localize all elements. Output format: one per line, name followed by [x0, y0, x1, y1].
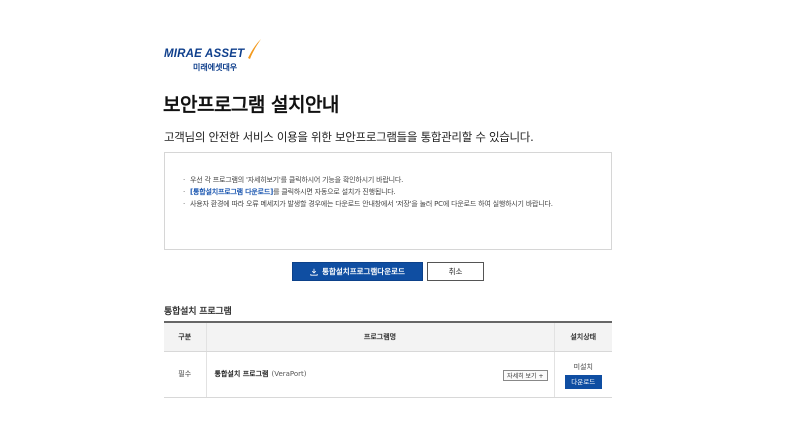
notice-text: 를 클릭하시면 자동으로 설치가 진행됩니다. [273, 188, 396, 196]
page-title: 보안프로그램 설치안내 [163, 94, 339, 116]
view-details-button[interactable]: 자세히 보기 + [503, 369, 548, 381]
program-name: 통합설치 프로그램 [214, 370, 269, 378]
intro-text: 고객님의 안전한 서비스 이용을 위한 보안프로그램들을 통합관리할 수 있습니… [164, 130, 534, 144]
download-all-button[interactable]: 통합설치프로그램다운로드 [292, 262, 423, 281]
download-icon [310, 268, 318, 276]
header-name: 프로그램명 [205, 322, 554, 352]
notice-item: 우선 각 프로그램의 '자세히보기'를 클릭하시어 기능을 확인하시기 바랍니다… [183, 174, 603, 186]
swoosh-icon [248, 39, 261, 59]
row-name-cell: 통합설치 프로그램 (VeraPort) 자세히 보기 + [205, 351, 554, 398]
notice-item: [통합설치프로그램 다운로드]를 클릭하시면 자동으로 설치가 진행됩니다. [183, 186, 603, 198]
header-type: 구분 [164, 322, 206, 352]
program-vendor: (VeraPort) [271, 370, 307, 378]
table-header-row: 구분 프로그램명 설치상태 [164, 322, 612, 352]
notice-list: 우선 각 프로그램의 '자세히보기'를 클릭하시어 기능을 확인하시기 바랍니다… [183, 174, 603, 210]
header-status: 설치상태 [553, 322, 612, 352]
row-type: 필수 [164, 351, 206, 398]
table-row: 필수 통합설치 프로그램 (VeraPort) 자세히 보기 + 미설치 다운로드 [164, 351, 612, 398]
program-download-button[interactable]: 다운로드 [564, 374, 602, 389]
notice-item: 사용자 환경에 따라 오류 메세지가 발생할 경우에는 다운로드 안내창에서 '… [183, 198, 603, 210]
logo-english: MIRAE ASSET [164, 48, 245, 60]
install-status: 미설치 [573, 362, 593, 371]
download-all-label: 통합설치프로그램다운로드 [322, 267, 405, 276]
notice-box: 우선 각 프로그램의 '자세히보기'를 클릭하시어 기능을 확인하시기 바랍니다… [164, 152, 612, 250]
company-logo: MIRAE ASSET 미래에셋대우 [164, 38, 261, 72]
row-status-cell: 미설치 다운로드 [553, 351, 612, 398]
section-title: 통합설치 프로그램 [164, 307, 232, 317]
logo-korean: 미래에셋대우 [193, 63, 238, 72]
notice-highlight: [통합설치프로그램 다운로드] [190, 188, 274, 196]
program-table: 구분 프로그램명 설치상태 필수 통합설치 프로그램 (VeraPort) 자세히… [164, 321, 612, 398]
cancel-button[interactable]: 취소 [427, 262, 484, 281]
